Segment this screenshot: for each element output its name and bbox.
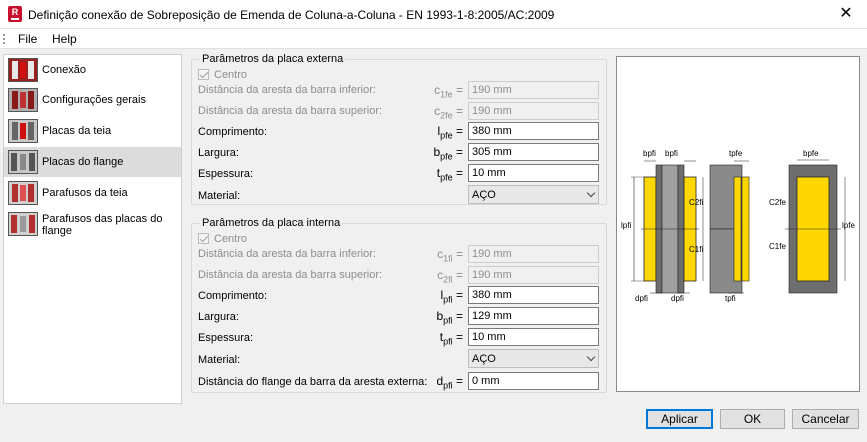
c1fe-label: C1fe [769, 242, 786, 251]
outer-plate-group: Parâmetros da placa externa Centro Distâ… [191, 53, 607, 205]
outer-c1-symbol: c1fe = [434, 83, 463, 100]
cancel-button[interactable]: Cancelar [792, 409, 859, 429]
outer-width-input[interactable]: 305 mm [468, 143, 599, 161]
side-section-view: tpfe tpfi [709, 149, 750, 303]
inner-material-select[interactable]: AÇO [468, 349, 599, 368]
inner-width-label: Largura: [198, 311, 239, 323]
inner-plates-view: bpfi bpfi lpfi C2fi C1fi dpfi dpfi [621, 149, 703, 303]
outer-length-label: Comprimento: [198, 126, 268, 138]
tpfi-label: tpfi [725, 294, 736, 303]
outer-plate-legend: Parâmetros da placa externa [200, 53, 346, 65]
outer-c1-input[interactable]: 190 mm [468, 81, 599, 99]
outer-c2-label: Distância da aresta da barra superior: [198, 105, 383, 117]
tpfe-label: tpfe [729, 149, 743, 158]
inner-c1-input[interactable]: 190 mm [468, 245, 599, 263]
flange-bolts-icon [8, 212, 38, 236]
inner-thickness-label: Espessura: [198, 332, 254, 344]
inner-thickness-input[interactable]: 10 mm [468, 328, 599, 346]
outer-thickness-input[interactable]: 10 mm [468, 164, 599, 182]
outer-width-symbol: bpfe = [433, 145, 463, 162]
inner-c2-label: Distância da aresta da barra superior: [198, 269, 383, 281]
apply-button[interactable]: Aplicar [646, 409, 713, 429]
app-logo-icon: R [8, 6, 22, 22]
inner-length-input[interactable]: 380 mm [468, 286, 599, 304]
dpfi-label-a: dpfi [635, 294, 648, 303]
inner-length-symbol: lpfi = [440, 288, 463, 305]
outer-thickness-symbol: tpfe = [436, 166, 463, 183]
connection-icon [8, 58, 38, 82]
general-settings-icon [8, 88, 38, 112]
lpfi-label: lpfi [621, 221, 631, 230]
inner-thickness-symbol: tpfi = [439, 330, 463, 347]
inner-width-input[interactable]: 129 mm [468, 307, 599, 325]
sidebar-item-placas-teia[interactable]: Placas da teia [4, 116, 181, 146]
c2fe-label: C2fe [769, 198, 786, 207]
inner-length-label: Comprimento: [198, 290, 268, 302]
menu-file[interactable]: File [18, 32, 37, 46]
outer-width-label: Largura: [198, 147, 239, 159]
c1fi-label: C1fi [689, 245, 703, 254]
bpfi-label-a: bpfi [643, 149, 656, 158]
close-icon[interactable]: ✕ [825, 0, 867, 29]
flange-distance-label: Distância do flange da barra da aresta e… [198, 376, 428, 388]
ok-button[interactable]: OK [720, 409, 785, 429]
sidebar-item-conexao[interactable]: Conexão [4, 55, 181, 85]
inner-plate-group: Parâmetros da placa interna Centro Distâ… [191, 217, 607, 393]
outer-length-symbol: lpfe = [437, 124, 463, 141]
inner-c1-label: Distância da aresta da barra inferior: [198, 248, 376, 260]
outer-center-checkbox[interactable] [198, 69, 209, 80]
inner-plate-legend: Parâmetros da placa interna [200, 217, 343, 229]
chevron-down-icon [586, 188, 596, 198]
inner-c1-symbol: c1fi = [437, 247, 463, 264]
outer-plate-view: bpfe C2fe C1fe lpfe [769, 149, 855, 294]
dpfi-label-b: dpfi [671, 294, 684, 303]
chevron-down-icon [586, 352, 596, 362]
title-bar: R Definição conexão de Sobreposição de E… [0, 0, 867, 29]
window-title: Definição conexão de Sobreposição de Eme… [28, 8, 555, 22]
outer-plate-side [741, 176, 750, 282]
sidebar-item-label: Conexão [42, 64, 87, 76]
inner-material-label: Material: [198, 354, 241, 366]
sidebar-item-configuracoes[interactable]: Configurações gerais [4, 85, 181, 115]
menu-bar: File Help [0, 29, 867, 49]
menu-grip [3, 34, 5, 44]
outer-center-label: Centro [214, 69, 248, 81]
outer-c2-input[interactable]: 190 mm [468, 102, 599, 120]
web-plates-icon [8, 119, 38, 143]
inner-center-checkbox[interactable] [198, 233, 209, 244]
sidebar-nav: Conexão Configurações gerais Placas da t… [3, 54, 182, 404]
connection-preview: bpfi bpfi lpfi C2fi C1fi dpfi dpfi tpfe … [616, 56, 860, 392]
flange-distance-input[interactable]: 0 mm [468, 372, 599, 390]
connection-diagram: bpfi bpfi lpfi C2fi C1fi dpfi dpfi tpfe … [621, 149, 855, 303]
inner-plate-side [733, 176, 742, 282]
c2fi-label: C2fi [689, 198, 703, 207]
inner-center-label: Centro [214, 233, 248, 245]
outer-thickness-label: Espessura: [198, 168, 254, 180]
web-bolts-icon [8, 181, 38, 205]
outer-c1-label: Distância da aresta da barra inferior: [198, 84, 376, 96]
bpfe-label: bpfe [803, 149, 819, 158]
sidebar-item-placas-flange[interactable]: Placas do flange [4, 147, 181, 177]
sidebar-item-parafusos-teia[interactable]: Parafusos da teia [4, 178, 181, 208]
inner-c2-input[interactable]: 190 mm [468, 266, 599, 284]
bpfi-label-b: bpfi [665, 149, 678, 158]
sidebar-item-label: Placas do flange [42, 156, 124, 168]
inner-c2-symbol: c2fi = [437, 268, 463, 285]
outer-material-label: Material: [198, 190, 241, 202]
inner-width-symbol: bpfi = [436, 309, 463, 326]
sidebar-item-label: Configurações gerais [42, 94, 146, 106]
outer-c2-symbol: c2fe = [434, 104, 463, 121]
sidebar-item-label: Placas da teia [42, 125, 112, 137]
outer-length-input[interactable]: 380 mm [468, 122, 599, 140]
flange-plates-icon [8, 150, 38, 174]
lpfe-label: lpfe [842, 221, 855, 230]
sidebar-item-label: Parafusos da teia [42, 187, 128, 199]
outer-material-select[interactable]: AÇO [468, 185, 599, 204]
flange-distance-symbol: dpfi = [436, 374, 463, 391]
sidebar-item-label: Parafusos das placas do flange [42, 213, 163, 237]
sidebar-item-parafusos-flange[interactable]: Parafusos das placas do flange [4, 209, 181, 243]
menu-help[interactable]: Help [52, 32, 77, 46]
